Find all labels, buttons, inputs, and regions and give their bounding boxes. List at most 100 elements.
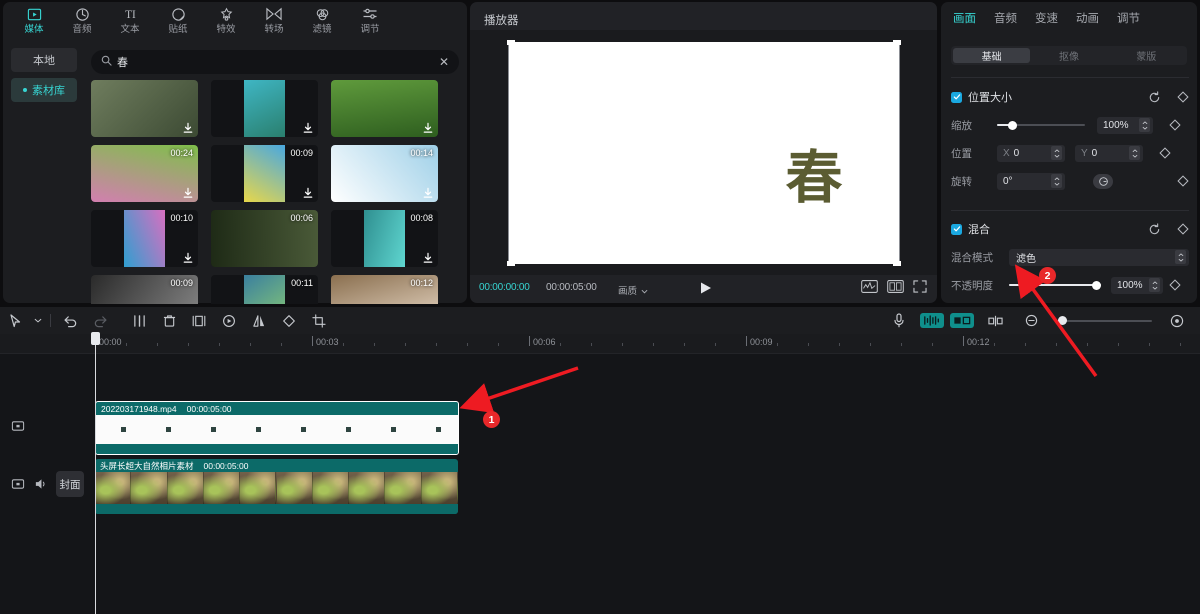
delete-button[interactable]	[154, 307, 184, 334]
tab-animation[interactable]: 动画	[1076, 10, 1099, 26]
link-clip-button[interactable]	[980, 307, 1010, 334]
auto-caption-button[interactable]	[920, 313, 944, 328]
tab-audio[interactable]: 音频	[994, 10, 1017, 26]
category-transition[interactable]: 转场	[251, 2, 297, 38]
slider-knob[interactable]	[1058, 316, 1067, 325]
opacity-slider[interactable]	[1009, 278, 1101, 292]
rotate-value-box[interactable]: 0°	[997, 173, 1065, 190]
position-x-box[interactable]: X 0	[997, 145, 1065, 162]
keyframe-icon[interactable]	[861, 280, 878, 293]
split-button[interactable]	[124, 307, 154, 334]
timeline-clip-1[interactable]: 202203171948.mp4 00:00:05:00	[95, 401, 459, 455]
opacity-value-box[interactable]: 100%	[1111, 277, 1163, 294]
fullscreen-icon[interactable]	[913, 280, 927, 293]
search-bar[interactable]: ✕	[91, 50, 459, 74]
fit-timeline-button[interactable]	[1162, 307, 1192, 334]
position-size-checkbox[interactable]	[951, 92, 962, 103]
media-thumbnail[interactable]: 00:11	[211, 275, 318, 304]
slider-knob[interactable]	[1092, 281, 1101, 290]
quality-selector[interactable]: 画质	[618, 281, 648, 299]
category-sticker[interactable]: 贴纸	[155, 2, 201, 38]
playhead-handle[interactable]	[91, 332, 100, 345]
category-text[interactable]: TI 文本	[107, 2, 153, 38]
subtab-basic[interactable]: 基础	[953, 48, 1030, 63]
player-stage[interactable]: 春	[470, 30, 937, 275]
subtab-mask[interactable]: 蒙版	[1108, 48, 1185, 63]
zoom-out-button[interactable]	[1016, 307, 1046, 334]
download-icon[interactable]	[181, 186, 194, 199]
blend-keyframe-icon[interactable]	[1177, 223, 1189, 235]
media-thumbnail[interactable]: 00:12	[331, 275, 438, 304]
reset-icon[interactable]	[1148, 91, 1161, 104]
scale-slider[interactable]	[997, 118, 1085, 132]
rail-item-library[interactable]: 素材库	[11, 78, 77, 102]
media-thumbnail[interactable]: 00:24	[91, 145, 198, 202]
category-adjust[interactable]: 调节	[347, 2, 393, 38]
mirror-button[interactable]	[244, 307, 274, 334]
play-button[interactable]	[698, 281, 714, 295]
resize-handle-top-left[interactable]	[507, 40, 515, 45]
blend-reset-icon[interactable]	[1148, 223, 1161, 236]
slider-knob[interactable]	[1008, 121, 1017, 130]
category-filter[interactable]: 滤镜	[299, 2, 345, 38]
download-icon[interactable]	[181, 121, 194, 134]
download-icon[interactable]	[301, 186, 314, 199]
blend-mode-stepper[interactable]	[1175, 250, 1186, 264]
media-thumbnail[interactable]: 00:08	[331, 210, 438, 267]
position-x-stepper[interactable]	[1051, 146, 1062, 160]
media-thumbnail[interactable]: 00:06	[211, 210, 318, 267]
speed-button[interactable]	[214, 307, 244, 334]
media-thumbnail[interactable]: 00:09	[91, 275, 198, 304]
subtab-chromakey[interactable]: 抠像	[1030, 48, 1107, 63]
opacity-stepper[interactable]	[1149, 278, 1160, 292]
scale-value-box[interactable]: 100%	[1097, 117, 1153, 134]
lock-icon[interactable]	[10, 419, 25, 434]
timeline-ruler[interactable]: 00:0000:0300:0600:0900:12	[0, 334, 1200, 354]
rotate-button[interactable]	[274, 307, 304, 334]
resize-handle-bottom-left[interactable]	[507, 261, 515, 266]
tab-speed[interactable]: 变速	[1035, 10, 1058, 26]
download-icon[interactable]	[421, 251, 434, 264]
tab-picture[interactable]: 画面	[953, 10, 976, 26]
resize-handle-top-right[interactable]	[893, 40, 901, 45]
record-audio-button[interactable]	[884, 307, 914, 334]
undo-button[interactable]	[55, 307, 85, 334]
crop-button[interactable]	[304, 307, 334, 334]
download-icon[interactable]	[181, 251, 194, 264]
select-tool[interactable]	[0, 307, 30, 334]
download-icon[interactable]	[421, 121, 434, 134]
redo-button[interactable]	[85, 307, 115, 334]
position-keyframe-icon[interactable]	[1159, 147, 1171, 159]
media-thumbnail[interactable]: 00:09	[211, 145, 318, 202]
lock-icon[interactable]	[10, 477, 25, 492]
rail-item-local[interactable]: 本地	[11, 48, 77, 72]
tab-adjust[interactable]: 调节	[1117, 10, 1140, 26]
download-icon[interactable]	[421, 186, 434, 199]
timeline-clip-2[interactable]: 头屏长超大自然相片素材 00:00:05:00	[95, 459, 458, 514]
category-media[interactable]: 媒体	[11, 2, 57, 38]
opacity-keyframe-icon[interactable]	[1169, 279, 1181, 291]
timeline-body[interactable]: 00:0000:0300:0600:0900:12 202203171948.m…	[0, 334, 1200, 614]
blend-checkbox[interactable]	[951, 224, 962, 235]
media-thumbnail[interactable]: 00:14	[331, 145, 438, 202]
rotate-keyframe-icon[interactable]	[1177, 175, 1189, 187]
freeze-button[interactable]	[184, 307, 214, 334]
scale-stepper[interactable]	[1139, 118, 1150, 132]
category-effects[interactable]: 特效	[203, 2, 249, 38]
select-tool-dropdown[interactable]	[30, 307, 46, 334]
rotate-dial-button[interactable]	[1093, 174, 1113, 189]
ratio-icon[interactable]	[887, 280, 904, 293]
media-thumbnail[interactable]	[91, 80, 198, 137]
position-y-stepper[interactable]	[1129, 146, 1140, 160]
download-icon[interactable]	[301, 121, 314, 134]
playhead[interactable]	[95, 334, 96, 614]
resize-handle-bottom-right[interactable]	[893, 261, 901, 266]
media-thumbnail[interactable]	[331, 80, 438, 137]
scale-keyframe-icon[interactable]	[1169, 119, 1181, 131]
audio-mix-button[interactable]	[950, 313, 974, 328]
media-thumbnail[interactable]	[211, 80, 318, 137]
volume-icon[interactable]	[33, 477, 48, 492]
category-audio[interactable]: 音频	[59, 2, 105, 38]
position-y-box[interactable]: Y 0	[1075, 145, 1143, 162]
keyframe-toggle-icon[interactable]	[1177, 91, 1189, 103]
